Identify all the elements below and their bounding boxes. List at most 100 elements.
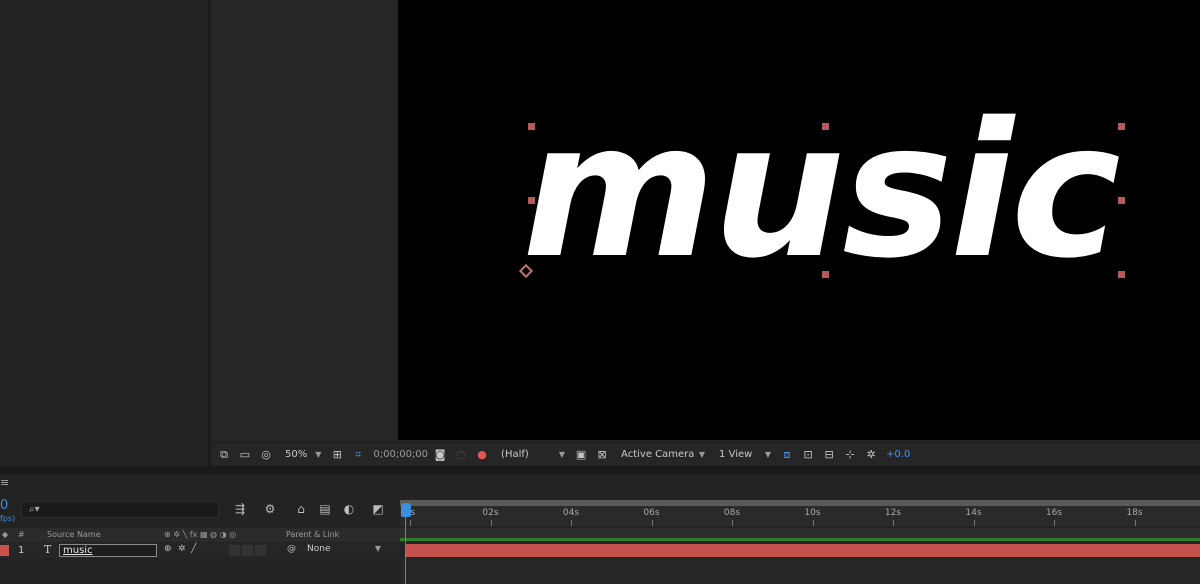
layer-number: 1: [18, 545, 25, 556]
effects-switch[interactable]: [229, 545, 240, 556]
monitor-icon[interactable]: ▭: [236, 446, 254, 464]
resolution-value: (Half): [501, 449, 529, 460]
empty-track-area: [400, 558, 1200, 584]
view-layout-select[interactable]: 1 View ▼: [715, 446, 775, 464]
chevron-down-icon: ▼: [315, 450, 322, 459]
ruler-tick: [651, 520, 653, 526]
graph-editor-icon[interactable]: ◩: [368, 500, 388, 518]
bounding-handle-top-center[interactable]: [822, 123, 829, 130]
hide-shy-layers-icon[interactable]: ⌂: [291, 500, 311, 518]
always-preview-icon[interactable]: ⧉: [215, 446, 233, 464]
fps-display: fps): [0, 514, 16, 523]
ruler-tick-label: 16s: [1045, 508, 1063, 518]
timeline-search-input[interactable]: ⌕▾: [21, 501, 219, 518]
comp-text-layer[interactable]: music: [522, 98, 1121, 284]
reset-exposure-icon[interactable]: ✲: [862, 446, 880, 464]
layer-label-color[interactable]: [0, 545, 9, 556]
ruler-tick: [1134, 520, 1136, 526]
ruler-tick-label: 14s: [965, 508, 982, 518]
layer-column-header: ◆ # Source Name ⊕ ✲ ╲ fx ▦ ◍ ◑ ◎ Parent …: [0, 528, 400, 542]
chevron-down-icon: ▼: [558, 450, 566, 459]
chevron-down-icon: ▼: [374, 544, 381, 553]
quality-switch-icon[interactable]: ╱: [191, 544, 196, 554]
ruler-tick-label: 18s: [1126, 508, 1143, 518]
ruler-tick-label: 08s: [723, 508, 741, 518]
channel-rgb-icon[interactable]: ●: [473, 446, 491, 464]
ruler-tick: [1054, 520, 1055, 526]
comp-mini-flowchart-icon[interactable]: ⇶: [230, 500, 250, 518]
parent-select[interactable]: None ▼: [303, 544, 383, 557]
transparency-grid-icon[interactable]: ⊠: [593, 446, 611, 464]
panel-divider[interactable]: [0, 466, 1200, 474]
fast-3d-icon[interactable]: ⊡: [799, 446, 817, 464]
timeline-icon[interactable]: ⊟: [820, 446, 838, 464]
show-snapshot-icon[interactable]: ◌: [452, 446, 470, 464]
ruler-tick: [410, 520, 411, 526]
ruler-tick-label: 02s: [482, 508, 499, 518]
ruler-tick: [812, 520, 814, 526]
camera-select[interactable]: Active Camera ▼: [617, 446, 709, 464]
ruler-tick-label: 04s: [562, 508, 580, 518]
zoom-value: 50%: [285, 449, 308, 460]
playhead-line[interactable]: [405, 503, 406, 584]
fast-previews-icon[interactable]: ▣: [572, 446, 590, 464]
toggle-pixel-aspect-icon[interactable]: ⧈: [778, 446, 796, 464]
switches-header-icons: ⊕ ✲ ╲ fx ▦ ◍ ◑ ◎: [164, 530, 237, 539]
source-name-header[interactable]: Source Name: [47, 530, 101, 539]
playhead-handle[interactable]: [401, 503, 411, 517]
bounding-handle-middle-right[interactable]: [1118, 197, 1125, 204]
work-area-indicator[interactable]: [400, 538, 1200, 541]
camera-value: Active Camera: [621, 449, 695, 460]
effects-panel: [212, 0, 398, 440]
current-time-display[interactable]: 0: [0, 498, 8, 513]
project-panel: [0, 0, 210, 466]
flowchart-icon[interactable]: ⊹: [841, 446, 859, 464]
number-column-header: #: [18, 530, 25, 539]
work-area-bar[interactable]: [400, 500, 1200, 506]
search-icon: ⌕▾: [29, 504, 40, 515]
collapse-switch-icon[interactable]: ✲: [178, 544, 186, 554]
region-of-interest-icon[interactable]: ⌗: [349, 446, 367, 464]
ruler-tick-label: 06s: [643, 508, 660, 518]
parent-link-header: Parent & Link: [286, 530, 340, 539]
bounding-handle-bottom-right[interactable]: [1118, 271, 1125, 278]
ruler-tick: [732, 520, 733, 526]
ruler-tick: [490, 520, 492, 526]
draft-3d-icon[interactable]: ⚙: [260, 500, 280, 518]
ruler-tick: [973, 520, 975, 526]
composition-viewer[interactable]: music: [398, 0, 1200, 440]
snapshot-icon[interactable]: ◙: [431, 446, 449, 464]
text-layer-icon: T: [44, 543, 52, 556]
resolution-select[interactable]: (Half) ▼: [497, 446, 569, 464]
zoom-select[interactable]: 50% ▼: [281, 446, 325, 464]
exposure-value[interactable]: +0.0: [886, 449, 910, 460]
motion-blur-switch[interactable]: [255, 545, 266, 556]
frame-blending-icon[interactable]: ▤: [315, 500, 335, 518]
viewer-toolbar: ⧉ ▭ ◎ 50% ▼ ⊞ ⌗ 0;00;00;00 ◙ ◌ ● (Half) ▼ …: [212, 442, 1200, 466]
ruler-tick: [571, 520, 572, 526]
chevron-down-icon: ▼: [698, 450, 706, 459]
bounding-handle-top-right[interactable]: [1118, 123, 1125, 130]
view-layout-value: 1 View: [719, 449, 753, 460]
timeline-tab-bar: [0, 474, 1200, 498]
layer-name-field[interactable]: music: [59, 544, 157, 557]
panel-menu-icon[interactable]: ≡: [0, 476, 9, 489]
bounding-handle-middle-left[interactable]: [528, 197, 535, 204]
bounding-handle-bottom-center[interactable]: [822, 271, 829, 278]
ruler-tick-label: 12s: [884, 508, 902, 518]
parent-value: None: [307, 544, 331, 554]
label-column-icon: ◆: [2, 530, 9, 539]
ruler-tick: [893, 520, 894, 526]
ruler-tick-label: 10s: [804, 508, 821, 518]
pick-whip-icon[interactable]: @: [287, 544, 296, 554]
after-effects-window: music ⧉ ▭ ◎ 50% ▼ ⊞ ⌗ 0;00;00;00 ◙ ◌ ● (H…: [0, 0, 1200, 584]
shy-switch-icon[interactable]: ⊕: [164, 544, 172, 554]
motion-blur-icon[interactable]: ◐: [339, 500, 359, 518]
safe-margins-icon[interactable]: ⊞: [328, 446, 346, 464]
frame-blend-switch[interactable]: [242, 545, 253, 556]
timecode-display[interactable]: 0;00;00;00: [373, 449, 428, 460]
mask-visibility-icon[interactable]: ◎: [257, 446, 275, 464]
chevron-down-icon: ▼: [764, 450, 772, 459]
layer-duration-bar[interactable]: [405, 544, 1200, 557]
bounding-handle-top-left[interactable]: [528, 123, 535, 130]
